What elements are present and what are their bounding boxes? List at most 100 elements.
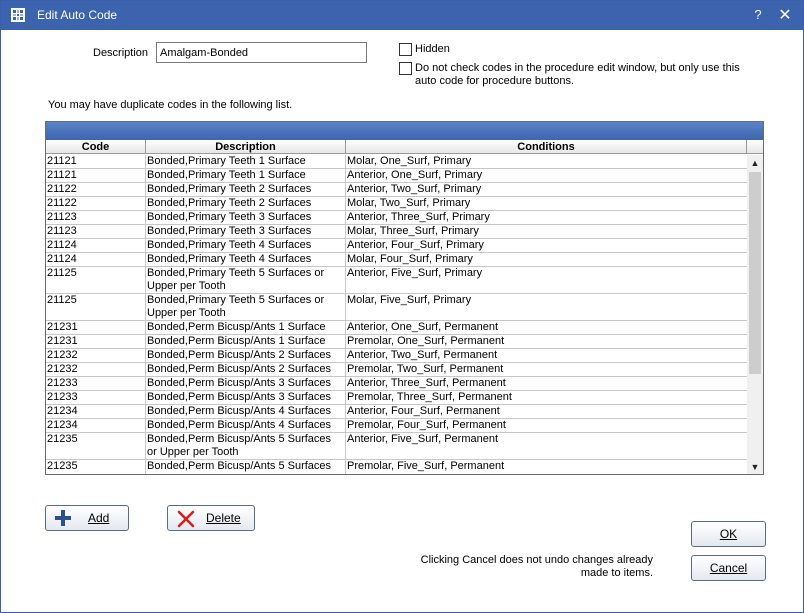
cell-conditions: Molar, Two_Surf, Primary [347, 197, 471, 209]
description-input[interactable] [156, 42, 367, 63]
cell-description: Bonded,Perm Bicusp/Ants 2 Surfaces [146, 349, 346, 362]
cell-code: 21123 [46, 225, 146, 238]
cell-conditions: Molar, One_Surf, Primary [347, 155, 472, 167]
cell-code: 21121 [46, 169, 146, 182]
edit-auto-code-window: Edit Auto Code ? ✕ Description Hidden Do… [0, 0, 804, 613]
cell-description-line1: Bonded,Perm Bicusp/Ants 1 Surface [147, 335, 326, 347]
cell-conditions: Anterior, Four_Surf, Permanent [347, 405, 500, 417]
cell-description-line1: Bonded,Perm Bicusp/Ants 1 Surface [147, 321, 326, 333]
delete-button[interactable]: Delete [167, 505, 255, 531]
table-row[interactable]: 21121 Bonded,Primary Teeth 1 Surface Anter… [46, 169, 747, 183]
cell-description-line1: Bonded,Perm Bicusp/Ants 3 Surfaces [147, 377, 332, 389]
table-row[interactable]: 21123 Bonded,Primary Teeth 3 Surfaces Ante… [46, 211, 747, 225]
cell-description: Bonded,Perm Bicusp/Ants 3 Surfaces [146, 377, 346, 390]
ok-button[interactable]: OK [691, 521, 766, 547]
scroll-down-icon[interactable]: ▼ [747, 459, 763, 474]
cell-conditions: Anterior, Four_Surf, Primary [347, 239, 484, 251]
cell-description-line1: Bonded,Perm Bicusp/Ants 2 Surfaces [147, 363, 332, 375]
vertical-scrollbar[interactable]: ▲ ▼ [747, 155, 763, 474]
table-row[interactable]: 21124 Bonded,Primary Teeth 4 Surfaces Ante… [46, 239, 747, 253]
cancel-note-line1: Clicking Cancel does not undo changes al… [420, 554, 653, 566]
cell-code: 21125 [46, 267, 146, 293]
cell-description: Bonded,Perm Bicusp/Ants 5 Surfacesor Upp… [146, 460, 346, 474]
cell-code: 21235 [46, 460, 146, 474]
cell-conditions: Anterior, Five_Surf, Primary [347, 267, 483, 279]
delete-button-label: Delete [206, 511, 241, 525]
cancel-button[interactable]: Cancel [691, 555, 766, 581]
cell-code: 21124 [46, 253, 146, 266]
table-row[interactable]: 21122 Bonded,Primary Teeth 2 Surfaces Ante… [46, 183, 747, 197]
cell-description: Bonded,Perm Bicusp/Ants 3 Surfaces [146, 391, 346, 404]
cell-conditions: Premolar, Five_Surf, Permanent [347, 460, 505, 472]
cell-description: Bonded,Perm Bicusp/Ants 5 Surfacesor Upp… [146, 433, 346, 459]
hidden-checkbox[interactable] [399, 43, 412, 56]
cell-code: 21234 [46, 405, 146, 418]
cell-conditions: Premolar, Two_Surf, Permanent [347, 363, 504, 375]
cell-description-line1: Bonded,Primary Teeth 3 Surfaces [147, 225, 312, 237]
table-row[interactable]: 21124 Bonded,Primary Teeth 4 Surfaces Mola… [46, 253, 747, 267]
no-check-procedure-label-line2: auto code for procedure buttons. [415, 75, 574, 87]
cell-conditions: Anterior, Three_Surf, Permanent [347, 377, 506, 389]
table-row[interactable]: 21235Bonded,Perm Bicusp/Ants 5 Surfaceso… [46, 433, 747, 460]
cell-description-line1: Bonded,Primary Teeth 2 Surfaces [147, 197, 312, 209]
table-row[interactable]: 21121 Bonded,Primary Teeth 1 Surface Molar… [46, 155, 747, 169]
cell-description-line1: Bonded,Perm Bicusp/Ants 4 Surfaces [147, 405, 332, 417]
cell-code: 21232 [46, 363, 146, 376]
help-button[interactable]: ? [751, 7, 765, 23]
table-row[interactable]: 21234 Bonded,Perm Bicusp/Ants 4 Surfaces A… [46, 405, 747, 419]
table-row[interactable]: 21233 Bonded,Perm Bicusp/Ants 3 Surfaces A… [46, 377, 747, 391]
cell-description: Bonded,Primary Teeth 1 Surface [146, 155, 346, 168]
cell-code: 21231 [46, 321, 146, 334]
table-row[interactable]: 21235Bonded,Perm Bicusp/Ants 5 Surfaceso… [46, 460, 747, 474]
cell-code: 21233 [46, 391, 146, 404]
cell-description: Bonded,Primary Teeth 5 Surfaces or Upper … [146, 267, 346, 293]
cell-description-line1: Bonded,Primary Teeth 4 Surfaces [147, 239, 312, 251]
no-check-procedure-checkbox[interactable] [399, 62, 412, 75]
scroll-thumb[interactable] [749, 172, 761, 374]
table-row[interactable]: 21122 Bonded,Primary Teeth 2 Surfaces Mola… [46, 197, 747, 211]
cell-description: Bonded,Primary Teeth 3 Surfaces [146, 225, 346, 238]
cell-conditions: Premolar, One_Surf, Permanent [347, 335, 505, 347]
table-row[interactable]: 21123 Bonded,Primary Teeth 3 Surfaces Mola… [46, 225, 747, 239]
table-row[interactable]: 21234 Bonded,Perm Bicusp/Ants 4 Surfaces P… [46, 419, 747, 433]
cell-description: Bonded,Primary Teeth 1 Surface [146, 169, 346, 182]
cell-description-line1: Bonded,Primary Teeth 5 Surfaces or [147, 267, 325, 279]
duplicate-codes-note: You may have duplicate codes in the foll… [48, 99, 293, 111]
cell-description: Bonded,Primary Teeth 2 Surfaces [146, 183, 346, 196]
cell-code: 21124 [46, 239, 146, 252]
cell-description: Bonded,Perm Bicusp/Ants 4 Surfaces [146, 405, 346, 418]
scroll-up-icon[interactable]: ▲ [747, 155, 763, 171]
cell-code: 21235 [46, 433, 146, 459]
table-row[interactable]: 21233 Bonded,Perm Bicusp/Ants 3 Surfaces P… [46, 391, 747, 405]
table-row[interactable]: 21232 Bonded,Perm Bicusp/Ants 2 Surfaces A… [46, 349, 747, 363]
cell-code: 21125 [46, 294, 146, 320]
cell-conditions: Molar, Three_Surf, Primary [347, 225, 479, 237]
auto-code-grid: Code Description Conditions 21121 Bonded,… [45, 121, 764, 475]
column-header-code[interactable]: Code [46, 140, 146, 154]
column-header-description[interactable]: Description [146, 140, 346, 154]
cell-description-line1: Bonded,Primary Teeth 5 Surfaces or [147, 294, 325, 306]
cell-conditions: Anterior, One_Surf, Primary [347, 169, 483, 181]
cell-code: 21122 [46, 183, 146, 196]
table-row[interactable]: 21231 Bonded,Perm Bicusp/Ants 1 Surface Pr… [46, 335, 747, 349]
cell-description: Bonded,Perm Bicusp/Ants 1 Surface [146, 321, 346, 334]
plus-icon [55, 510, 71, 526]
add-button[interactable]: Add [45, 505, 129, 531]
table-row[interactable]: 21231 Bonded,Perm Bicusp/Ants 1 Surface An… [46, 321, 747, 335]
table-row[interactable]: 21125 Bonded,Primary Teeth 5 Surfaces or U… [46, 294, 747, 321]
close-button[interactable]: ✕ [777, 5, 793, 24]
cell-description: Bonded,Primary Teeth 4 Surfaces [146, 239, 346, 252]
cell-description: Bonded,Primary Teeth 2 Surfaces [146, 197, 346, 210]
cell-description: Bonded,Perm Bicusp/Ants 2 Surfaces [146, 363, 346, 376]
cell-conditions: Molar, Four_Surf, Primary [347, 253, 473, 265]
cell-description: Bonded,Perm Bicusp/Ants 1 Surface [146, 335, 346, 348]
cell-code: 21232 [46, 349, 146, 362]
cell-conditions: Premolar, Three_Surf, Permanent [347, 391, 512, 403]
cell-conditions: Anterior, Two_Surf, Primary [347, 183, 482, 195]
cancel-button-label: Cancel [709, 561, 748, 575]
column-header-conditions[interactable]: Conditions [346, 140, 747, 154]
table-row[interactable]: 21232 Bonded,Perm Bicusp/Ants 2 Surfaces P… [46, 363, 747, 377]
delete-x-icon [177, 510, 195, 528]
cell-description-line1: Bonded,Perm Bicusp/Ants 3 Surfaces [147, 391, 332, 403]
table-row[interactable]: 21125 Bonded,Primary Teeth 5 Surfaces or U… [46, 267, 747, 294]
